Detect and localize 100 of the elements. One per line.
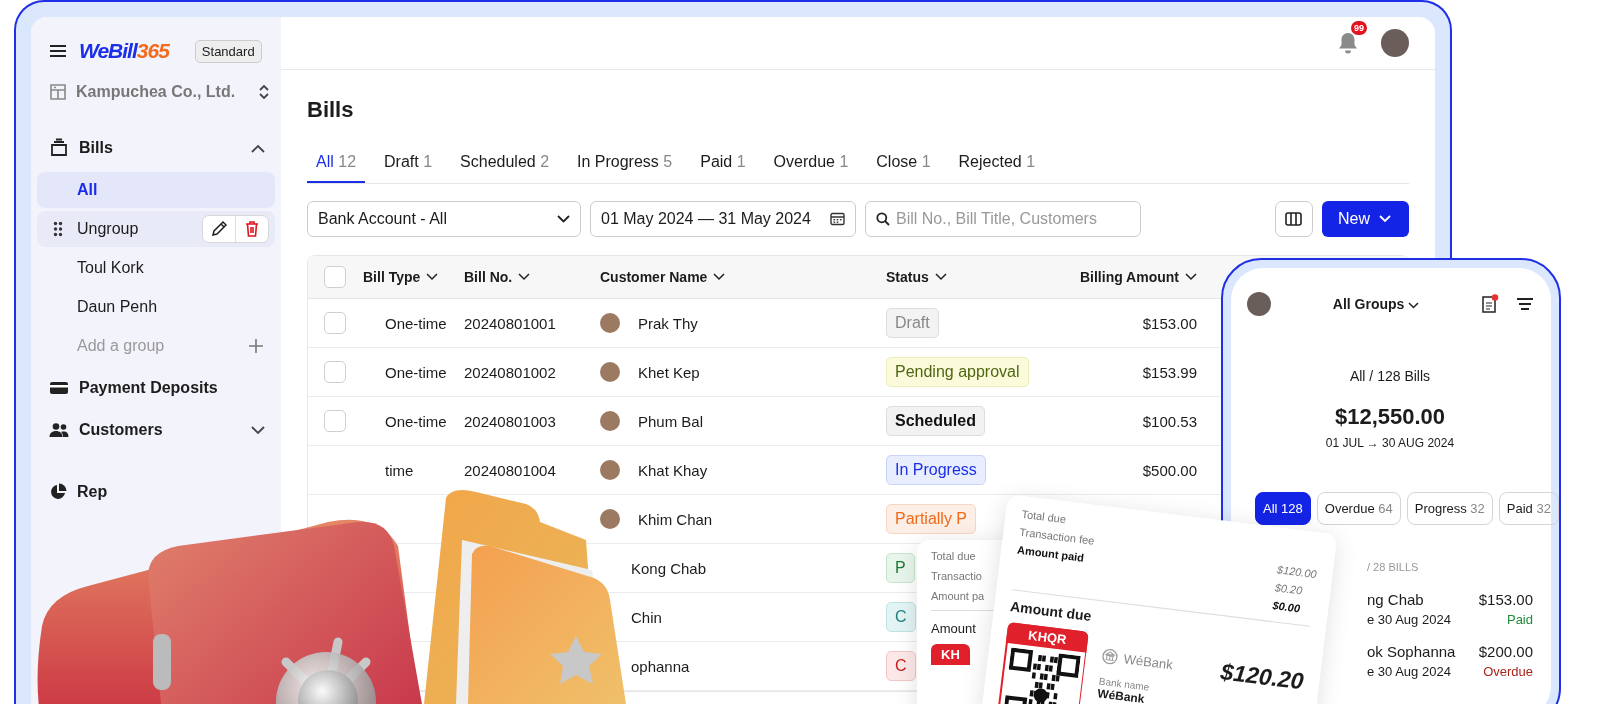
status-badge: C (886, 602, 916, 632)
bill-status: Paid (1506, 612, 1533, 627)
receipt-label: Amount (931, 621, 976, 636)
bill-type: One-time (384, 412, 447, 430)
billing-amount: $500.00 (1142, 461, 1197, 479)
customer-name: Chin (630, 608, 662, 626)
column-header[interactable]: Bill Type (363, 269, 464, 285)
columns-button[interactable] (1275, 201, 1313, 237)
column-header[interactable]: Customer Name (600, 269, 886, 285)
drag-handle-icon[interactable] (53, 221, 63, 237)
due-date: e 30 Aug 2024 (1367, 664, 1451, 679)
billing-amount: $153.99 (1142, 363, 1197, 381)
plus-icon (249, 339, 263, 353)
column-header[interactable]: Status (886, 269, 1011, 285)
status-tab[interactable]: Overdue 1 (764, 153, 858, 183)
chevron-down-icon (1408, 302, 1420, 309)
bill-number: 20240801001 (464, 314, 556, 332)
bill-type: One-time (384, 363, 447, 381)
customer-name: ophanna (630, 657, 690, 675)
bill-type: time (384, 461, 414, 479)
status-tab[interactable]: All 12 (307, 153, 366, 183)
receipt-label: Amount pa (931, 590, 985, 602)
search-field[interactable]: Bill No., Bill Title, Customers (865, 201, 1141, 237)
bank-account-dropdown[interactable]: Bank Account - All (307, 201, 581, 237)
status-tab[interactable]: Scheduled 2 (451, 153, 559, 183)
status-tab[interactable]: Close 1 (867, 153, 940, 183)
chevron-down-icon (1379, 215, 1391, 223)
customer-name: Prak Thy (638, 314, 698, 332)
row-checkbox[interactable] (324, 312, 346, 334)
billing-amount: $153.00 (1142, 314, 1197, 332)
receipt-value: $0.20 (1274, 581, 1303, 597)
bill-status: Overdue (1483, 664, 1533, 679)
customer-name: Khim Chan (638, 510, 713, 528)
group-item[interactable]: Toul Kork (37, 250, 275, 286)
bill-amount: $153.00 (1478, 591, 1533, 608)
filter-chip[interactable]: Progress 32 (1406, 492, 1493, 525)
page-title: Bills (307, 97, 355, 123)
status-tab[interactable]: Draft 1 (375, 153, 442, 183)
total-amount: $12,550.00 (1333, 404, 1447, 430)
bank-logo-text: WéBank (1123, 650, 1174, 672)
user-avatar[interactable] (1247, 292, 1271, 316)
bill-number: 20240801004 (464, 461, 556, 479)
row-checkbox[interactable] (324, 361, 346, 383)
bills-summary: All / 128 Bills (1348, 368, 1432, 384)
receipt-label: Amount due (1009, 598, 1093, 624)
column-header[interactable]: Billing Amount (1011, 269, 1209, 285)
chevron-up-down-icon (257, 83, 271, 101)
chevron-up-icon (251, 143, 265, 153)
pie-chart-icon (49, 483, 67, 501)
notification-count: 99 (1351, 21, 1367, 35)
calendar-icon (830, 212, 845, 226)
status-tab[interactable]: In Progress 5 (568, 153, 682, 183)
nav-item[interactable]: Rep (37, 471, 118, 513)
user-avatar[interactable] (1381, 29, 1409, 57)
columns-icon (1285, 212, 1303, 226)
status-badge: C (886, 651, 916, 681)
status-badge: P (886, 553, 915, 583)
new-button[interactable]: New (1322, 201, 1409, 237)
chevron-down-icon (713, 273, 726, 281)
amount-due: $120.20 (1219, 657, 1306, 696)
status-badge: Pending approval (886, 357, 1029, 387)
group-item[interactable]: All (37, 172, 275, 208)
nav-item[interactable]: Bills (37, 127, 275, 169)
receipt-label: Transactio (931, 570, 982, 582)
date-range-field[interactable]: 01 May 2024 — 31 May 2024 (590, 201, 856, 237)
brand-logo: WeBill365 (79, 39, 169, 63)
column-header[interactable]: Bill No. (464, 269, 600, 285)
chevron-down-icon (557, 215, 570, 223)
company-switcher[interactable]: Kampuchea Co., Ltd. (49, 83, 275, 101)
bills-icon (49, 138, 69, 158)
customer-name: Khat Khay (638, 461, 708, 479)
filter-chip[interactable]: Paid 32 (1498, 492, 1559, 525)
bell-icon[interactable] (1337, 31, 1359, 55)
billing-amount: $100.53 (1142, 412, 1197, 430)
nav-item[interactable]: Payment Deposits (37, 367, 275, 409)
status-tab[interactable]: Paid 1 (691, 153, 755, 183)
nav-item[interactable]: Customers (37, 409, 275, 451)
receipt-label: Total due (931, 550, 976, 562)
select-all-checkbox[interactable] (324, 266, 346, 288)
chevron-down-icon (518, 273, 531, 281)
document-icon[interactable] (1481, 294, 1499, 314)
status-tab[interactable]: Rejected 1 (949, 153, 1045, 183)
bill-amount: $200.00 (1478, 643, 1533, 660)
status-badge: Scheduled (886, 406, 985, 436)
receipt-value: $120.00 (1276, 563, 1318, 581)
filter-chip[interactable]: Overdue 64 (1316, 492, 1401, 525)
customer-name: ok Sophanna (1367, 643, 1456, 660)
group-item[interactable]: Daun Penh (37, 289, 275, 325)
chevron-down-icon (426, 273, 439, 281)
chevron-down-icon (934, 273, 947, 281)
filter-chip[interactable]: All 128 (1255, 492, 1311, 525)
row-checkbox[interactable] (324, 410, 346, 432)
menu-icon[interactable] (49, 44, 67, 58)
people-icon (49, 422, 69, 438)
card-icon (49, 380, 69, 396)
group-item[interactable]: Ungroup (37, 211, 275, 247)
group-dropdown[interactable]: All Groups (1289, 296, 1463, 312)
date-period: 01 JUL → 30 AUG 2024 (1324, 436, 1456, 450)
status-badge: In Progress (886, 455, 986, 485)
menu-icon[interactable] (1517, 298, 1533, 310)
